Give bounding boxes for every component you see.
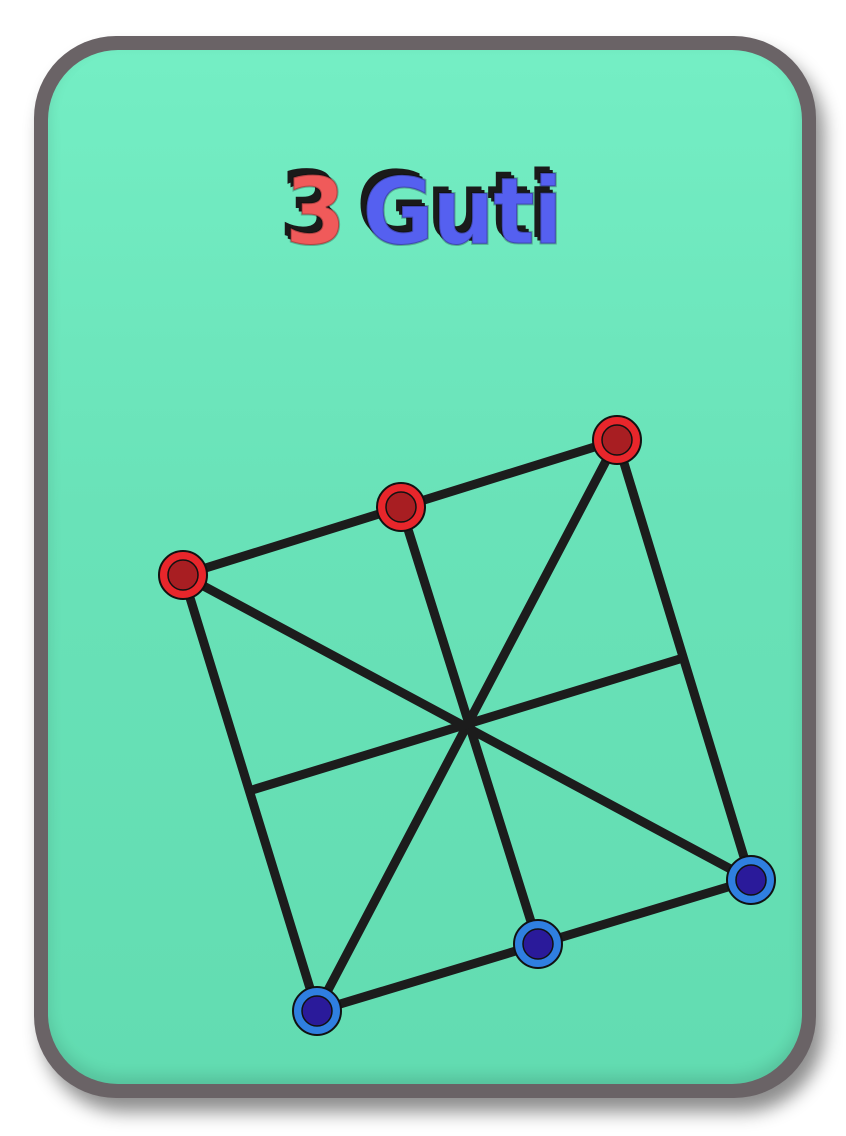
board-midline-horizontal — [247, 653, 688, 795]
blue-piece-core — [735, 864, 767, 896]
blue-piece[interactable] — [513, 919, 563, 969]
blue-piece[interactable] — [292, 986, 342, 1036]
red-piece-core — [167, 559, 199, 591]
blue-piece-core — [301, 995, 333, 1027]
red-piece-core — [385, 491, 417, 523]
game-board — [158, 415, 776, 1036]
red-piece[interactable] — [158, 550, 208, 600]
red-piece[interactable] — [376, 482, 426, 532]
red-piece[interactable] — [592, 415, 642, 465]
blue-piece[interactable] — [726, 855, 776, 905]
board-lines — [178, 435, 756, 1016]
red-piece-core — [601, 424, 633, 456]
blue-piece-core — [522, 928, 554, 960]
